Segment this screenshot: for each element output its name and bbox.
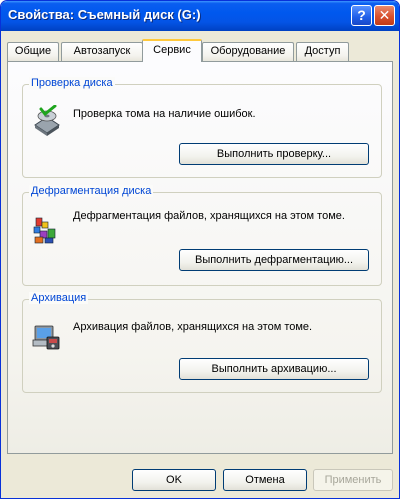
run-defrag-button[interactable]: Выполнить дефрагментацию... [179, 249, 369, 271]
defrag-group: Дефрагментация диска Дефрагментация файл… [22, 185, 382, 286]
close-button[interactable]: ✕ [374, 5, 395, 26]
check-disk-group: Проверка диска Проверка тома на наличие … [22, 77, 382, 178]
backup-description: Архивация файлов, хранящихся на этом том… [73, 321, 313, 333]
cancel-button[interactable]: Отмена [223, 469, 307, 491]
defrag-description: Дефрагментация файлов, хранящихся на это… [73, 210, 345, 222]
backup-icon [32, 325, 60, 350]
defrag-icon [33, 217, 56, 244]
tab-sharing[interactable]: Доступ [296, 42, 349, 61]
disk-check-icon [34, 105, 60, 136]
backup-group: Архивация Архивация файлов, хранящихся н… [22, 292, 382, 393]
defrag-title: Дефрагментация диска [29, 185, 154, 197]
backup-title: Архивация [29, 292, 89, 304]
run-backup-button[interactable]: Выполнить архивацию... [179, 358, 369, 380]
apply-button[interactable]: Применить [313, 469, 393, 491]
tab-general[interactable]: Общие [7, 42, 59, 61]
run-check-button[interactable]: Выполнить проверку... [179, 143, 369, 165]
check-disk-description: Проверка тома на наличие ошибок. [73, 108, 256, 120]
properties-dialog: Свойства: Съемный диск (G:) ? ✕ Общие Ав… [0, 0, 400, 499]
window-title: Свойства: Съемный диск (G:) [8, 7, 201, 22]
tab-hardware[interactable]: Оборудование [202, 42, 294, 61]
check-disk-title: Проверка диска [29, 77, 115, 89]
ok-button[interactable]: OK [132, 469, 216, 491]
tab-autoplay[interactable]: Автозапуск [61, 42, 143, 61]
title-bar[interactable]: Свойства: Съемный диск (G:) ? ✕ [1, 1, 399, 31]
tools-panel: Проверка диска Проверка тома на наличие … [7, 61, 393, 454]
tab-tools[interactable]: Сервис [142, 39, 202, 62]
help-button[interactable]: ? [351, 5, 372, 26]
